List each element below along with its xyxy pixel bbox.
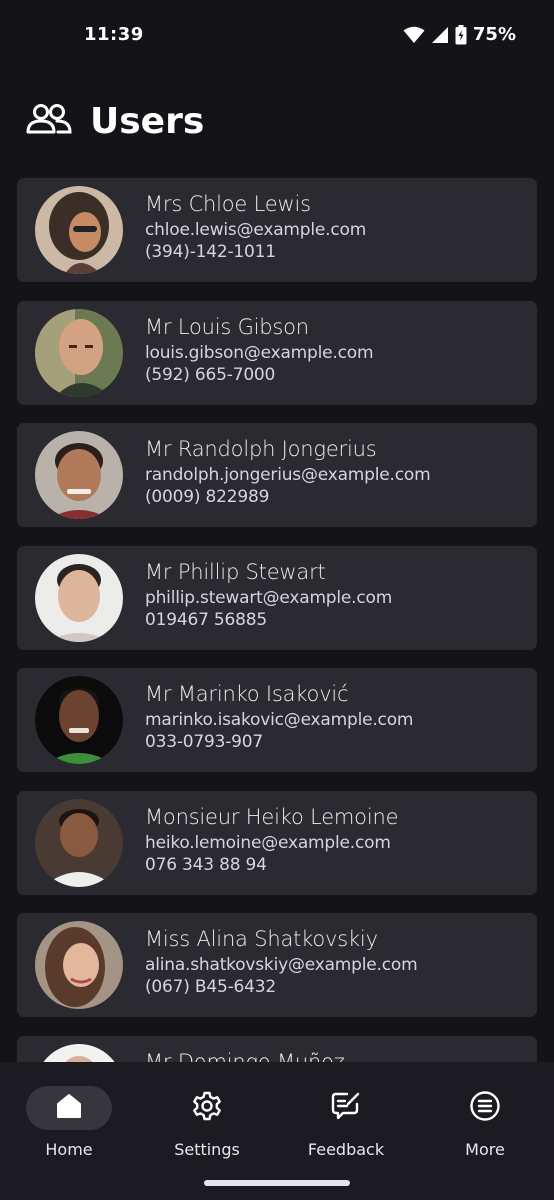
user-name: Mr Randolph Jongerius	[145, 437, 377, 461]
status-bar: 11:39 75%	[0, 0, 554, 72]
nav-item-settings[interactable]: Settings	[138, 1086, 276, 1166]
nav-item-more[interactable]: More	[416, 1086, 554, 1166]
user-email: chloe.lewis@example.com	[145, 220, 367, 240]
user-phone: (067) B45-6432	[145, 977, 277, 997]
user-email: heiko.lemoine@example.com	[145, 833, 391, 853]
user-email: louis.gibson@example.com	[145, 343, 374, 363]
user-name: Monsieur Heiko Lemoine	[145, 805, 399, 829]
home-icon	[56, 1093, 82, 1123]
user-email: marinko.isakovic@example.com	[145, 710, 414, 730]
avatar	[35, 431, 123, 519]
nav-item-home[interactable]: Home	[0, 1086, 138, 1166]
nav-icon-container	[303, 1086, 389, 1130]
avatar	[35, 309, 123, 397]
user-name: Miss Alina Shatkovskiy	[145, 927, 378, 951]
user-card[interactable]: Mr Phillip Stewart phillip.stewart@examp…	[17, 546, 537, 650]
page-title: Users	[90, 100, 205, 142]
avatar	[35, 799, 123, 887]
nav-label: Settings	[174, 1140, 240, 1159]
user-name: Mrs Chloe Lewis	[145, 192, 311, 216]
user-email: randolph.jongerius@example.com	[145, 465, 431, 485]
page-header: Users	[26, 96, 204, 146]
user-phone: 019467 56885	[145, 610, 267, 630]
status-time: 11:39	[84, 24, 144, 45]
user-email: alina.shatkovskiy@example.com	[145, 955, 418, 975]
user-phone: (592) 665-7000	[145, 365, 276, 385]
user-card[interactable]: Miss Alina Shatkovskiy alina.shatkovskiy…	[17, 913, 537, 1017]
screen: 11:39 75% Users Mrs Chloe Lewis chloe.le…	[0, 0, 554, 1200]
avatar	[35, 186, 123, 274]
cellular-signal-icon	[431, 26, 449, 44]
wifi-icon	[403, 26, 425, 44]
users-icon	[26, 103, 72, 139]
user-card[interactable]: Mr Randolph Jongerius randolph.jongerius…	[17, 423, 537, 527]
user-name: Mr Domingo Muñoz	[145, 1050, 345, 1062]
avatar	[35, 676, 123, 764]
feedback-icon	[330, 1090, 362, 1126]
avatar	[35, 921, 123, 1009]
avatar	[35, 554, 123, 642]
user-email: phillip.stewart@example.com	[145, 588, 393, 608]
user-card[interactable]: Monsieur Heiko Lemoine heiko.lemoine@exa…	[17, 791, 537, 895]
user-phone: 033-0793-907	[145, 732, 264, 752]
gear-icon	[191, 1090, 223, 1126]
user-name: Mr Louis Gibson	[145, 315, 309, 339]
nav-icon-container	[442, 1086, 528, 1130]
nav-label: More	[465, 1140, 505, 1159]
battery-percentage: 75%	[472, 24, 516, 45]
user-phone: (394)-142-1011	[145, 242, 276, 262]
nav-label: Feedback	[307, 1140, 385, 1159]
nav-label: Home	[45, 1140, 93, 1159]
status-icons: 75%	[403, 24, 516, 45]
user-card[interactable]: Mr Domingo Muñoz	[17, 1036, 537, 1062]
user-card[interactable]: Mrs Chloe Lewis chloe.lewis@example.com …	[17, 178, 537, 282]
nav-icon-container	[164, 1086, 250, 1130]
battery-icon	[455, 24, 467, 45]
user-phone: 076 343 88 94	[145, 855, 267, 875]
nav-active-indicator	[26, 1086, 112, 1130]
user-phone: (0009) 822989	[145, 487, 270, 507]
nav-item-feedback[interactable]: Feedback	[277, 1086, 415, 1166]
gesture-home-indicator[interactable]	[204, 1180, 350, 1186]
user-card[interactable]: Mr Marinko Isaković marinko.isakovic@exa…	[17, 668, 537, 772]
user-name: Mr Marinko Isaković	[145, 682, 349, 706]
user-name: Mr Phillip Stewart	[145, 560, 326, 584]
avatar	[35, 1044, 123, 1062]
user-card[interactable]: Mr Louis Gibson louis.gibson@example.com…	[17, 301, 537, 405]
user-list[interactable]: Mrs Chloe Lewis chloe.lewis@example.com …	[17, 178, 537, 1062]
more-list-icon	[469, 1090, 501, 1126]
